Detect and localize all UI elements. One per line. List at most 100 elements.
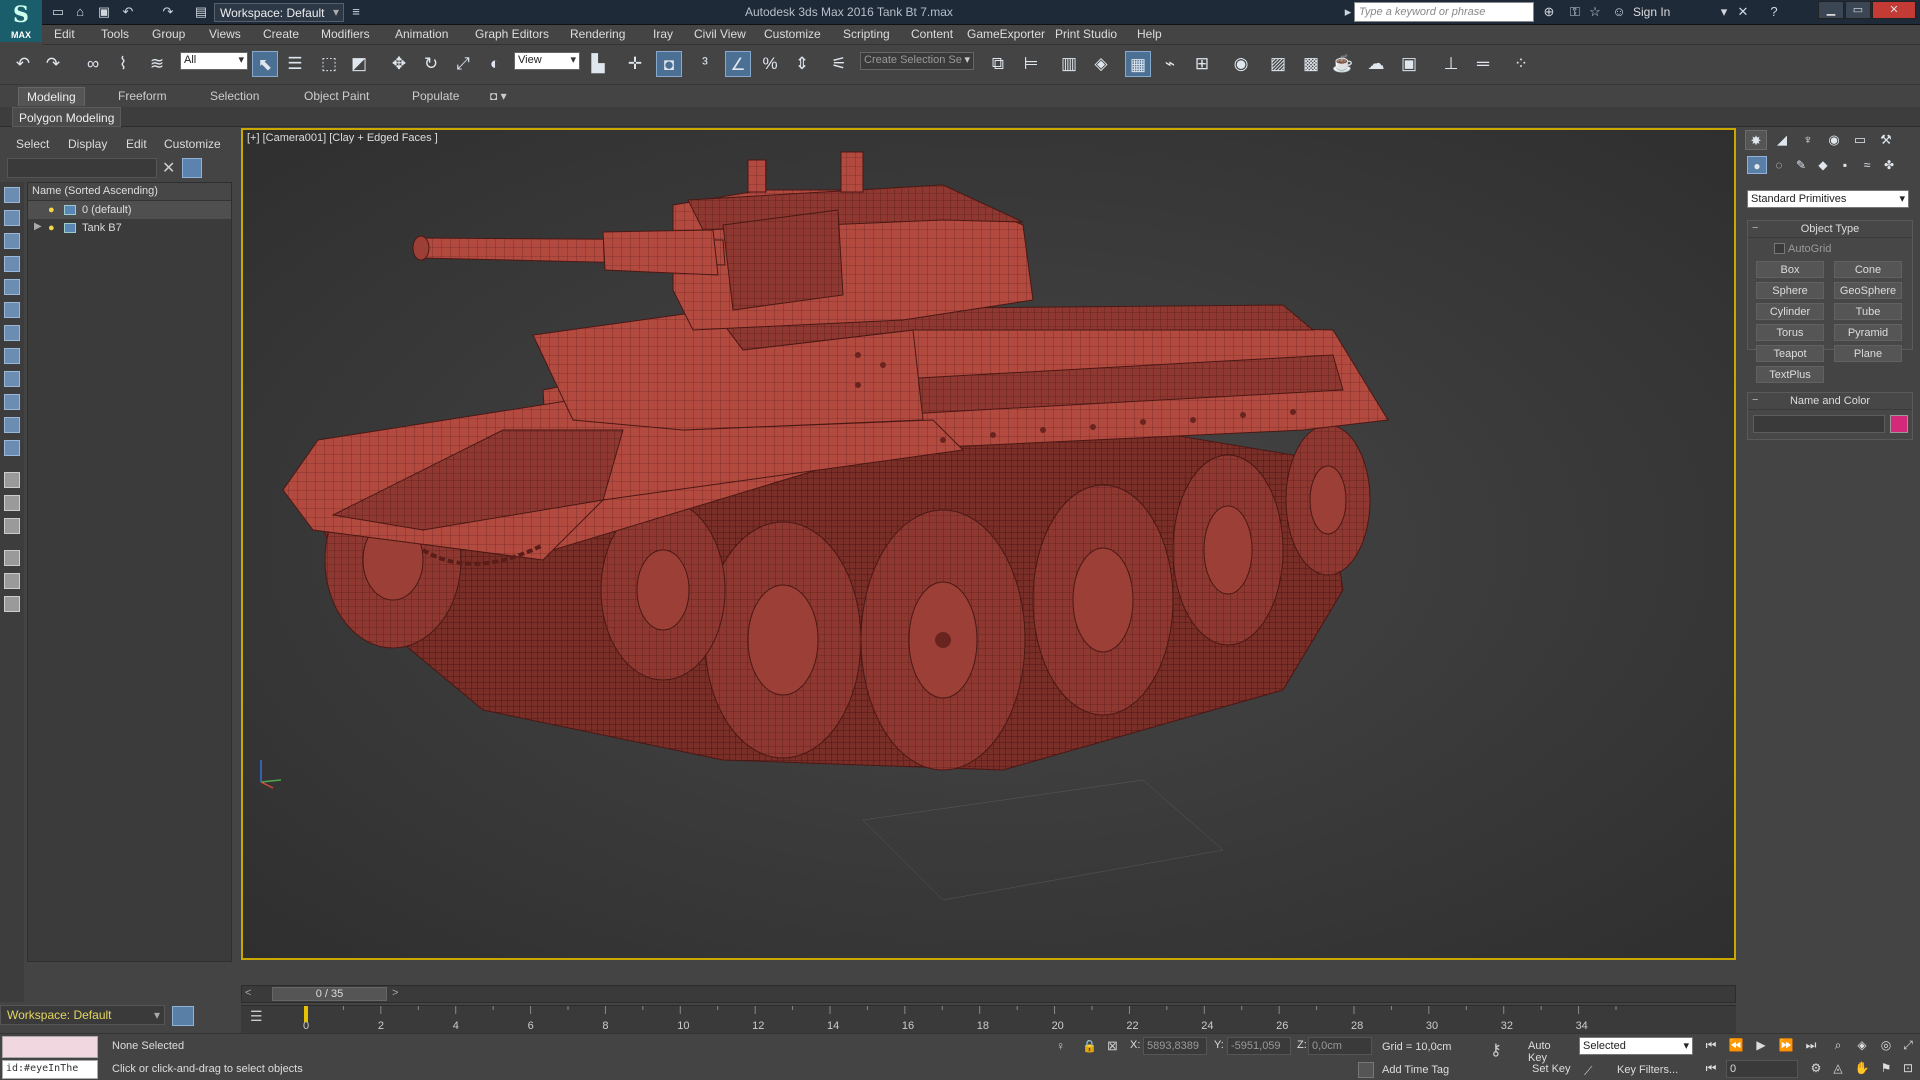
create-tab-icon[interactable]: ✸: [1745, 130, 1767, 150]
default-in-out-tangent-key-icon[interactable]: ⚷: [1490, 1040, 1502, 1060]
minimize-button[interactable]: ▁: [1818, 1, 1844, 19]
orbit-icon[interactable]: ◎: [1876, 1038, 1896, 1056]
tube-button[interactable]: Tube: [1834, 303, 1902, 320]
cameras-category-icon[interactable]: ◆: [1813, 156, 1833, 174]
torus-button[interactable]: Torus: [1756, 324, 1824, 341]
window-crossing-icon[interactable]: ◩: [346, 51, 372, 77]
toggle-ribbon-icon[interactable]: ▦: [1125, 51, 1151, 77]
display-containers-icon[interactable]: [4, 394, 20, 410]
menu-iray[interactable]: Iray: [653, 27, 673, 41]
keyboard-shortcut-override-icon[interactable]: ◘: [656, 51, 682, 77]
display-helpers-icon[interactable]: [4, 279, 20, 295]
primitive-type-dropdown[interactable]: Standard Primitives: [1747, 190, 1909, 208]
display-hidden-icon[interactable]: [4, 440, 20, 456]
walk-through-icon[interactable]: ⚑: [1876, 1061, 1896, 1079]
menu-rendering[interactable]: Rendering: [570, 27, 625, 41]
menu-group[interactable]: Group: [152, 27, 185, 41]
menu-help[interactable]: Help: [1137, 27, 1162, 41]
tab-modeling[interactable]: Modeling: [18, 87, 85, 106]
menu-print-studio[interactable]: Print Studio: [1055, 27, 1117, 41]
menu-animation[interactable]: Animation: [395, 27, 448, 41]
display-none-icon[interactable]: [4, 495, 20, 511]
space-warps-category-icon[interactable]: ≈: [1857, 156, 1877, 174]
select-by-name-icon[interactable]: ☰: [282, 51, 308, 77]
selection-filter-dropdown[interactable]: All: [180, 52, 248, 70]
sign-in-dropdown-icon[interactable]: ▾: [1716, 4, 1732, 20]
name-and-color-title[interactable]: Name and Color: [1748, 393, 1912, 410]
next-key-icon[interactable]: ⏩: [1776, 1038, 1796, 1056]
a360-gallery-icon[interactable]: ▣: [1396, 51, 1422, 77]
pan-view-icon[interactable]: ✋: [1852, 1061, 1872, 1079]
time-slider[interactable]: < 0 / 35 >: [241, 985, 1736, 1003]
rendered-frame-window-icon[interactable]: ▩: [1298, 51, 1324, 77]
favorites-star-icon[interactable]: ☆: [1587, 4, 1603, 20]
named-selection-set-dropdown[interactable]: Create Selection Se: [860, 52, 974, 70]
maximize-button[interactable]: ▭: [1845, 1, 1871, 19]
time-configuration-icon[interactable]: ⚙: [1806, 1061, 1826, 1079]
next-frame-icon[interactable]: >: [392, 987, 398, 999]
bind-space-warp-icon[interactable]: ≋: [144, 51, 170, 77]
geosphere-button[interactable]: GeoSphere: [1834, 282, 1902, 299]
close-button[interactable]: ✕: [1872, 1, 1916, 19]
display-tab-icon[interactable]: ▭: [1849, 130, 1871, 150]
edit-named-selection-icon[interactable]: ⚟: [826, 51, 852, 77]
display-space-warps-icon[interactable]: [4, 302, 20, 318]
menu-content[interactable]: Content: [911, 27, 953, 41]
percent-snap-icon[interactable]: %: [757, 51, 783, 77]
render-production-icon[interactable]: ☕: [1330, 51, 1356, 77]
align-icon[interactable]: ⊨: [1018, 51, 1044, 77]
material-editor-icon[interactable]: ◉: [1228, 51, 1254, 77]
isolate-selection-icon[interactable]: ♀: [1056, 1039, 1065, 1053]
help-icon[interactable]: ?: [1766, 4, 1782, 20]
play-icon[interactable]: ▶: [1751, 1038, 1771, 1056]
display-all-icon[interactable]: [4, 472, 20, 488]
zoom-extents-icon[interactable]: ◈: [1852, 1038, 1872, 1056]
helpers-category-icon[interactable]: ▪: [1835, 156, 1855, 174]
mini-curve-editor-icon[interactable]: ☰: [250, 1008, 270, 1026]
select-and-place-icon[interactable]: ◐: [482, 51, 508, 77]
lights-category-icon[interactable]: ✎: [1791, 156, 1811, 174]
column-header-name[interactable]: Name (Sorted Ascending): [28, 183, 231, 201]
object-color-swatch[interactable]: [1890, 415, 1908, 433]
auto-key-button[interactable]: Auto Key: [1526, 1037, 1574, 1064]
civil-view-icon[interactable]: ⊥: [1438, 51, 1464, 77]
select-and-link-icon[interactable]: ∞: [80, 51, 106, 77]
rectangular-selection-icon[interactable]: ⬚: [316, 51, 342, 77]
menu-edit[interactable]: Edit: [54, 27, 75, 41]
display-lights-icon[interactable]: [4, 233, 20, 249]
textplus-button[interactable]: TextPlus: [1756, 366, 1824, 383]
binoculars-icon[interactable]: ⊕: [1541, 4, 1557, 20]
render-in-cloud-icon[interactable]: ☁: [1363, 51, 1389, 77]
time-slider-thumb[interactable]: 0 / 35: [272, 987, 387, 1001]
utilities-tab-icon[interactable]: ⚒: [1875, 130, 1897, 150]
display-xrefs-icon[interactable]: [4, 348, 20, 364]
systems-category-icon[interactable]: ✤: [1879, 156, 1899, 174]
render-setup-icon[interactable]: ▨: [1265, 51, 1291, 77]
tab-populate[interactable]: Populate: [404, 87, 467, 106]
display-groups-icon[interactable]: [4, 325, 20, 341]
current-frame-field[interactable]: 0: [1726, 1060, 1798, 1078]
tab-object-paint[interactable]: Object Paint: [296, 87, 377, 106]
undo-icon[interactable]: ↶: [120, 4, 136, 20]
redo-icon[interactable]: ↷: [160, 4, 176, 20]
project-folder-icon[interactable]: ▤: [193, 4, 209, 20]
menu-tools[interactable]: Tools: [101, 27, 129, 41]
display-shapes-icon[interactable]: [4, 210, 20, 226]
select-and-scale-icon[interactable]: ⤢: [450, 51, 476, 77]
display-bones-icon[interactable]: [4, 371, 20, 387]
snaps-toggle-icon[interactable]: ³: [692, 51, 718, 77]
menu-scripting[interactable]: Scripting: [843, 27, 890, 41]
maximize-viewport-icon[interactable]: ⤢: [1898, 1038, 1918, 1056]
hierarchy-tab-icon[interactable]: ♆: [1797, 130, 1819, 150]
maximize-toggle-icon[interactable]: ⊡: [1898, 1061, 1918, 1079]
lightbulb-icon[interactable]: ●: [48, 222, 55, 234]
new-file-icon[interactable]: ▭: [50, 4, 66, 20]
current-frame-marker[interactable]: [304, 1006, 308, 1022]
camera-viewport[interactable]: [+] [Camera001] [Clay + Edged Faces ]: [241, 128, 1736, 960]
sign-in-button[interactable]: Sign In: [1633, 5, 1670, 19]
manipulate-icon[interactable]: ✛: [622, 51, 648, 77]
mirror-icon[interactable]: ⧉: [985, 51, 1011, 77]
zoom-icon[interactable]: ⌕: [1828, 1038, 1848, 1056]
box-button[interactable]: Box: [1756, 261, 1824, 278]
layer-explorer-icon[interactable]: ◈: [1088, 51, 1114, 77]
